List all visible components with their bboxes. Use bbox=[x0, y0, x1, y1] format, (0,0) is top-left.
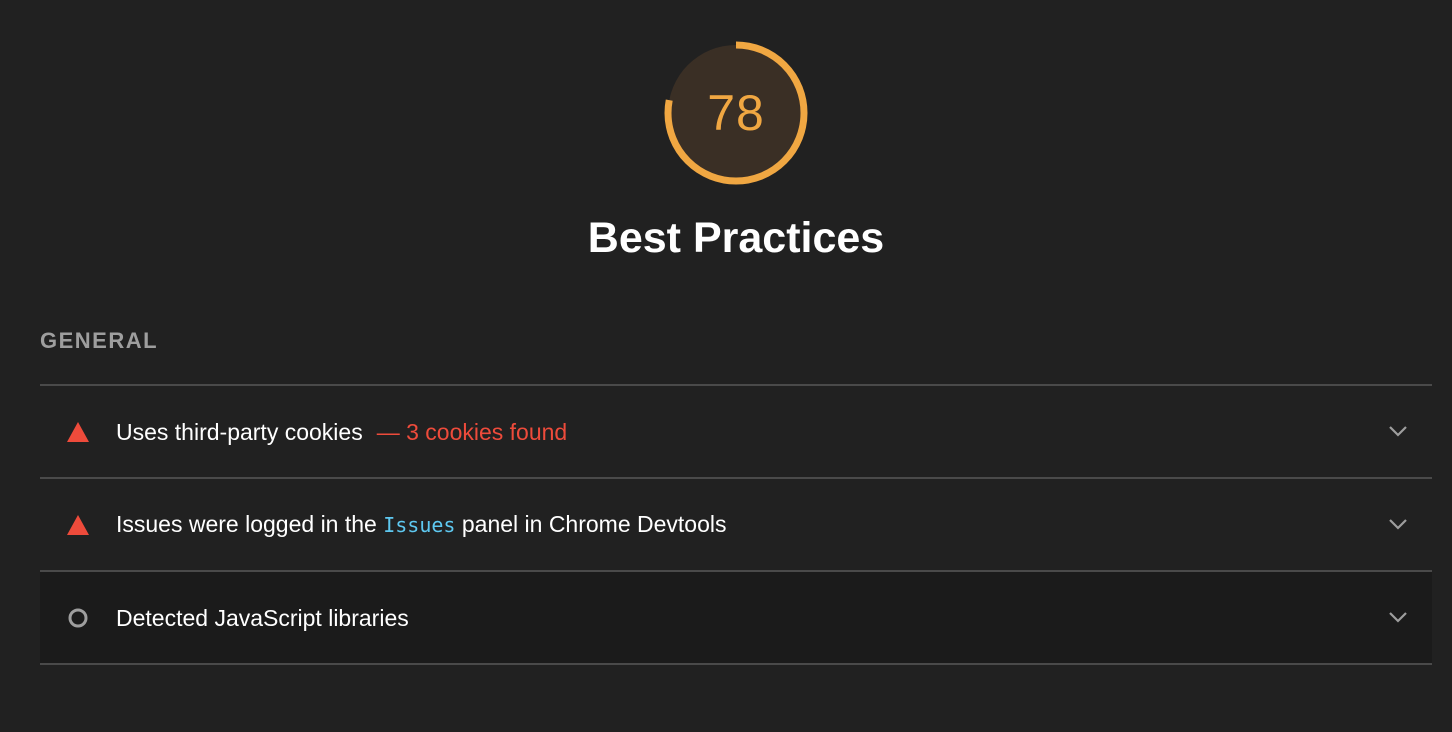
informative-circle-icon bbox=[67, 608, 89, 628]
best-practices-page: 78 Best Practices GENERAL Uses third-par… bbox=[0, 0, 1452, 732]
chevron-down-icon[interactable] bbox=[1388, 608, 1408, 628]
chevron-down-icon[interactable] bbox=[1388, 515, 1408, 535]
audit-title: Uses third-party cookies — 3 cookies foun… bbox=[116, 417, 567, 447]
audit-title-after: panel in Chrome Devtools bbox=[455, 511, 727, 537]
warning-triangle-icon bbox=[67, 421, 89, 442]
group-title: GENERAL bbox=[40, 328, 159, 353]
audit-title: Issues were logged in the Issues panel i… bbox=[116, 509, 727, 540]
audit-title-code: Issues bbox=[383, 513, 456, 537]
audit-title-before: Issues were logged in the bbox=[116, 511, 384, 537]
audit-third-party-cookies[interactable]: Uses third-party cookies — 3 cookies foun… bbox=[40, 386, 1432, 479]
audit-title-text: Detected JavaScript libraries bbox=[116, 604, 409, 631]
audit-display-value: — 3 cookies found bbox=[376, 418, 568, 445]
audit-list: Uses third-party cookies — 3 cookies foun… bbox=[40, 384, 1432, 665]
audit-inspector-issues[interactable]: Issues were logged in the Issues panel i… bbox=[40, 479, 1432, 572]
audit-js-libraries[interactable]: Detected JavaScript libraries bbox=[40, 572, 1432, 665]
chevron-down-icon[interactable] bbox=[1388, 422, 1408, 442]
warning-triangle-icon bbox=[67, 514, 89, 535]
category-title: Best Practices bbox=[587, 214, 885, 262]
score-value: 78 bbox=[707, 85, 765, 141]
audit-title: Detected JavaScript libraries bbox=[116, 603, 409, 633]
score-gauge[interactable]: 78 bbox=[662, 39, 810, 187]
audit-title-text: Uses third-party cookies bbox=[116, 418, 363, 445]
